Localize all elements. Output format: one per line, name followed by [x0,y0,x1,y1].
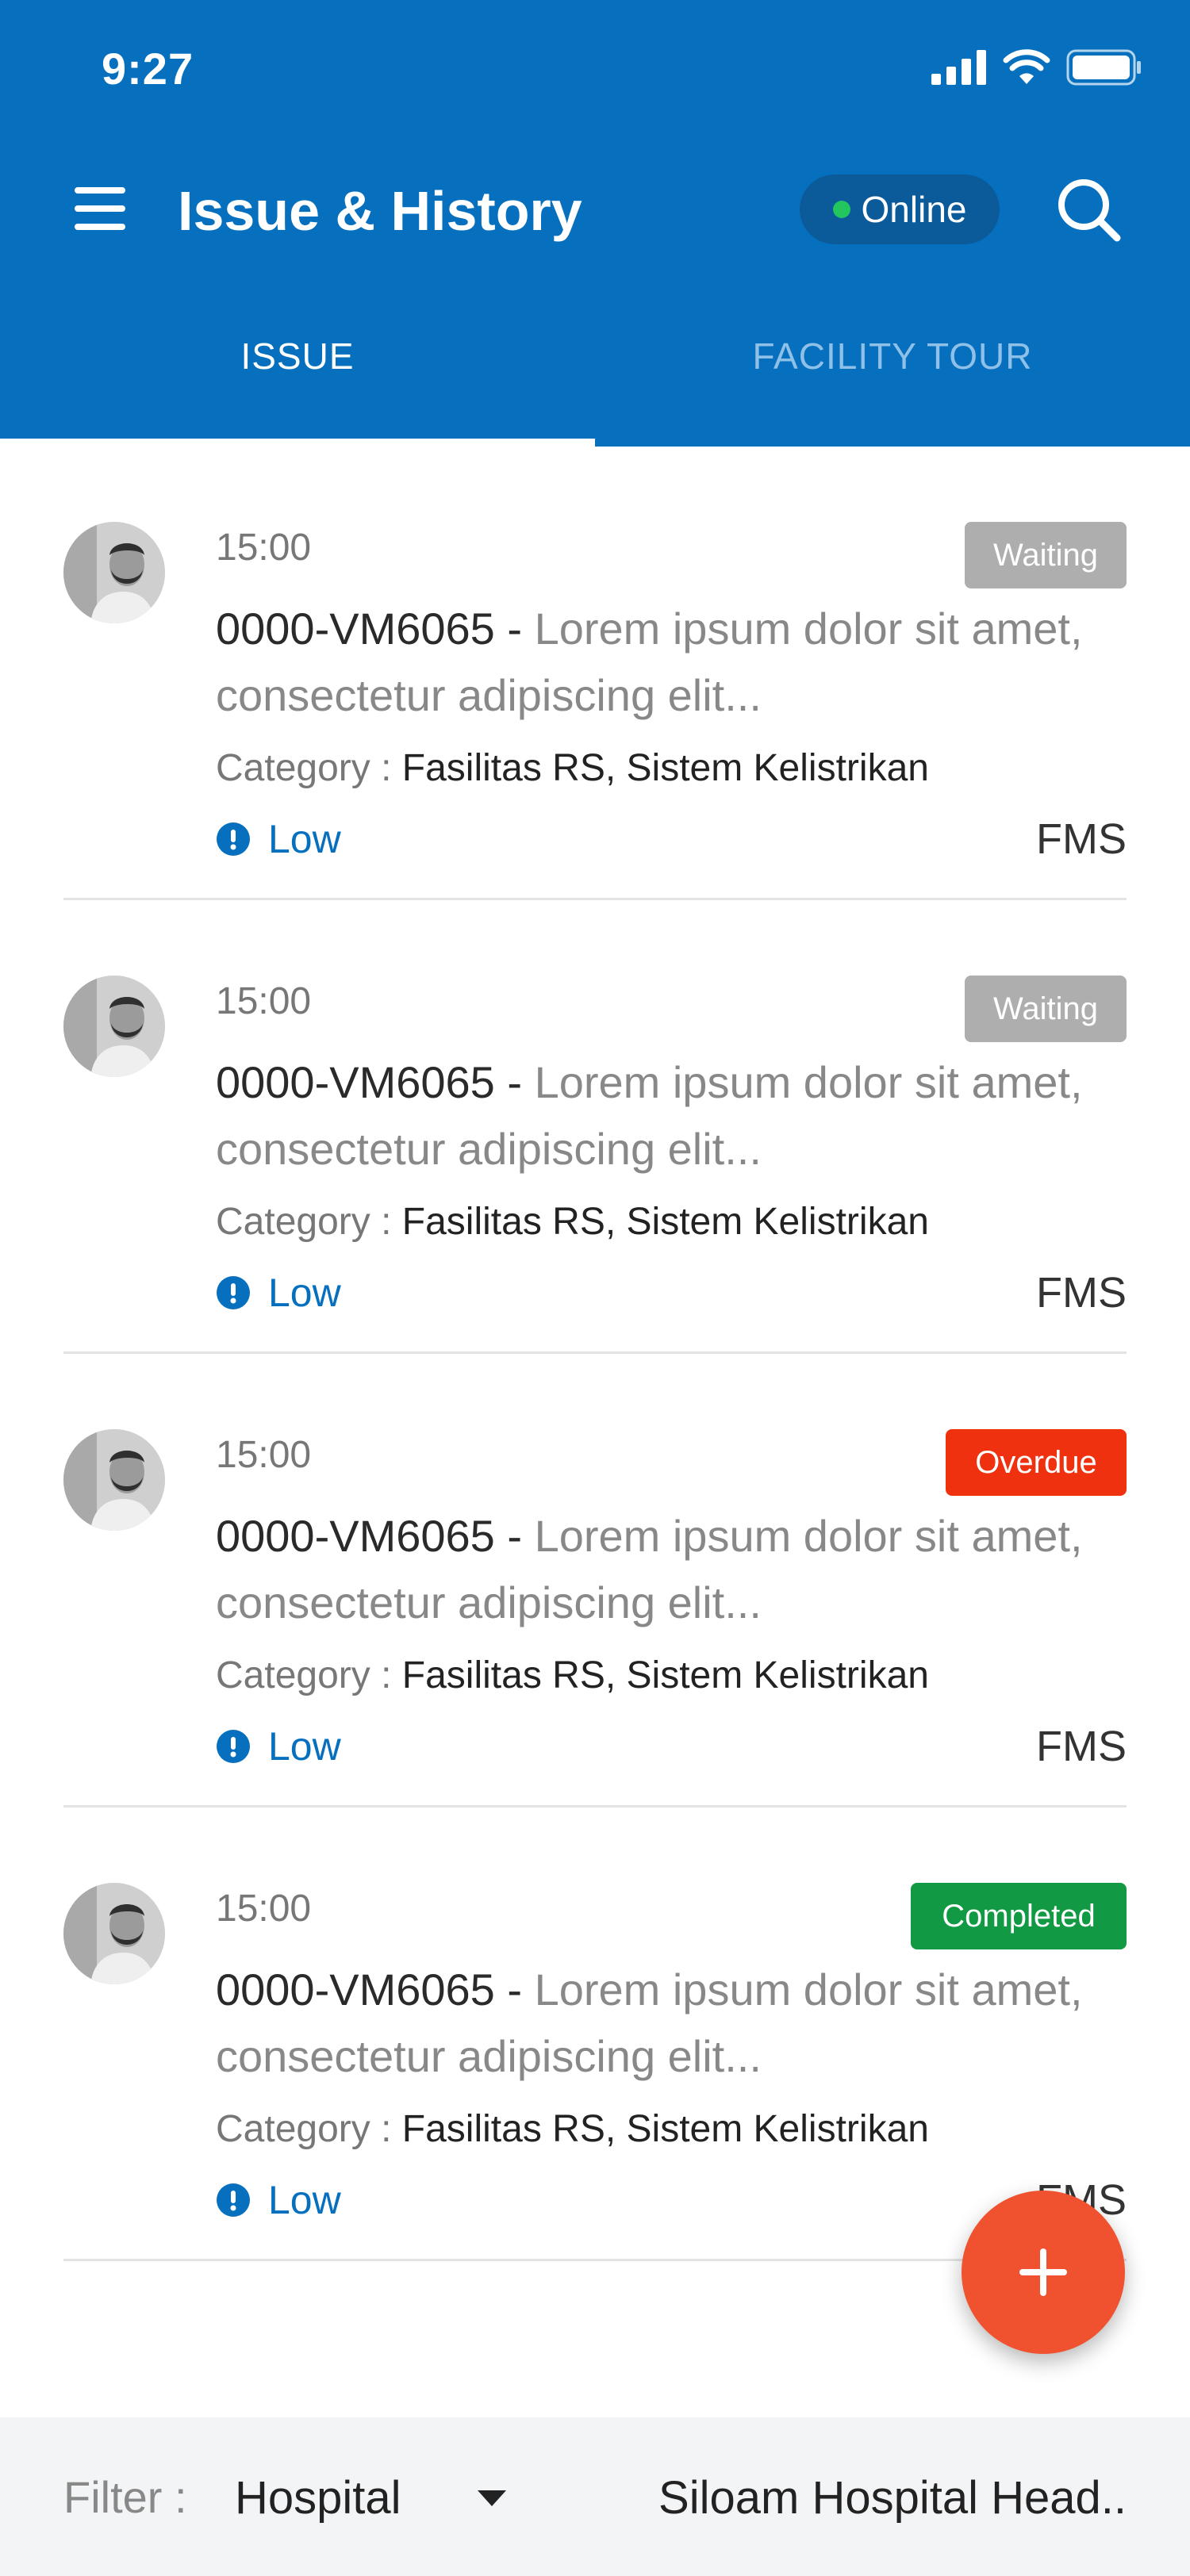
cellular-signal-icon [931,50,986,85]
issue-title: 0000-VM6065 - Lorem ipsum dolor sit amet… [216,1503,1120,1636]
hamburger-icon [75,187,125,194]
app-header: 9:27 Issue & History Online ISSUE FACILI… [0,0,1190,447]
online-status-badge: Online [800,174,1000,244]
category-value: Fasilitas RS, Sistem Kelistrikan [401,747,929,789]
avatar [63,1429,165,1531]
category-value: Fasilitas RS, Sistem Kelistrikan [401,1201,929,1243]
priority-alert-icon [217,2183,250,2217]
issue-list-item[interactable]: 15:00 Waiting 0000-VM6065 - Lorem ipsum … [63,447,1127,900]
issue-priority: Low [216,816,341,862]
page-title: Issue & History [178,180,582,242]
issue-category: Category : Fasilitas RS, Sistem Kelistri… [216,1200,929,1244]
priority-alert-icon [217,822,250,856]
issue-code-separator: - [494,1511,535,1561]
status-badge: Overdue [946,1429,1127,1496]
caret-down-icon [478,2490,506,2506]
toolbar: Issue & History Online [0,159,1190,262]
issue-code-separator: - [494,604,535,654]
tab-bar: ISSUE FACILITY TOUR [0,311,1190,447]
menu-button[interactable] [70,181,130,236]
issue-list-item[interactable]: 15:00 Waiting 0000-VM6065 - Lorem ipsum … [63,900,1127,1354]
status-badge: Waiting [965,976,1127,1042]
filter-label: Filter : [63,2472,187,2522]
issue-time: 15:00 [216,980,312,1022]
category-label: Category : [216,747,392,789]
issue-list-item[interactable]: 15:00 Completed 0000-VM6065 - Lorem ipsu… [63,1807,1127,2261]
filter-bar: Filter : Hospital Siloam Hospital Head.. [0,2417,1190,2576]
issue-title: 0000-VM6065 - Lorem ipsum dolor sit amet… [216,596,1120,729]
issue-code-separator: - [494,1057,535,1107]
status-time: 9:27 [102,44,194,94]
battery-icon [1066,49,1141,86]
issue-category: Category : Fasilitas RS, Sistem Kelistri… [216,2107,929,2151]
search-button[interactable] [1055,176,1122,243]
status-bar: 9:27 [0,0,1190,143]
online-status-label: Online [861,189,967,230]
issue-code: 0000-VM6065 [216,1057,495,1107]
issue-priority: Low [216,1270,341,1316]
issue-code-separator: - [494,1965,535,2014]
filter-type-dropdown[interactable]: Hospital [235,2465,520,2528]
category-value: Fasilitas RS, Sistem Kelistrikan [401,2108,929,2150]
filter-location-select[interactable]: Siloam Hospital Head.. [658,2471,1127,2524]
wifi-icon [1003,49,1050,84]
priority-alert-icon [217,1276,250,1309]
plus-icon [1019,2248,1067,2296]
issue-priority: Low [216,1723,341,1769]
priority-label: Low [268,1724,341,1769]
issue-department: FMS [1036,815,1127,863]
issue-department: FMS [1036,1723,1127,1770]
category-label: Category : [216,2108,392,2150]
search-icon [1058,179,1121,242]
avatar [63,976,165,1077]
tab-issue[interactable]: ISSUE [0,311,595,447]
issue-category: Category : Fasilitas RS, Sistem Kelistri… [216,1654,929,1697]
issue-category: Category : Fasilitas RS, Sistem Kelistri… [216,746,929,790]
add-issue-button[interactable] [962,2191,1125,2354]
issue-department: FMS [1036,1269,1127,1317]
category-label: Category : [216,1201,392,1243]
issue-code: 0000-VM6065 [216,1511,495,1561]
issue-list-item[interactable]: 15:00 Overdue 0000-VM6065 - Lorem ipsum … [63,1354,1127,1807]
issue-code: 0000-VM6065 [216,1965,495,2014]
category-value: Fasilitas RS, Sistem Kelistrikan [401,1654,929,1696]
issue-code: 0000-VM6065 [216,604,495,654]
issue-time: 15:00 [216,1888,312,1930]
avatar [63,522,165,623]
filter-type-value: Hospital [235,2472,401,2524]
priority-alert-icon [217,1730,250,1763]
status-icons [931,49,1142,86]
priority-label: Low [268,817,341,861]
avatar [63,1883,165,1984]
tab-facility-tour[interactable]: FACILITY TOUR [595,311,1190,447]
priority-label: Low [268,1271,341,1315]
category-label: Category : [216,1654,392,1696]
status-badge: Waiting [965,522,1127,588]
status-badge: Completed [911,1883,1127,1949]
issue-priority: Low [216,2177,341,2223]
priority-label: Low [268,2178,341,2222]
issue-time: 15:00 [216,1434,312,1476]
issue-time: 15:00 [216,527,312,569]
issue-title: 0000-VM6065 - Lorem ipsum dolor sit amet… [216,1957,1120,2090]
online-indicator-dot [832,201,850,218]
issue-title: 0000-VM6065 - Lorem ipsum dolor sit amet… [216,1049,1120,1183]
